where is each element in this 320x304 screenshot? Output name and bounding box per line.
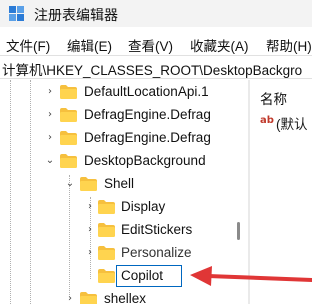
tree-node-label: shellex — [104, 291, 147, 304]
value-name: (默认 — [276, 117, 308, 132]
tree-node-personalize[interactable]: › Personalize — [0, 243, 232, 265]
folder-open-icon — [60, 154, 77, 168]
folder-icon — [98, 269, 115, 283]
tree-node-defragengine-1[interactable]: › DefragEngine.Defrag — [0, 105, 232, 127]
folder-icon — [60, 85, 77, 99]
column-header-name[interactable]: 名称 — [260, 88, 287, 108]
tree-scrollbar[interactable] — [232, 80, 244, 304]
chevron-down-icon[interactable]: ⌄ — [44, 155, 56, 167]
registry-editor-icon — [9, 6, 24, 21]
title-bar: 注册表编辑器 — [0, 0, 312, 27]
folder-icon — [98, 200, 115, 214]
tree-node-label: Personalize — [121, 245, 192, 260]
values-pane[interactable]: 名称 ab (默认 — [250, 80, 312, 304]
chevron-right-icon[interactable]: › — [84, 201, 96, 213]
folder-icon — [98, 223, 115, 237]
menu-bar: 文件(F) 编辑(E) 查看(V) 收藏夹(A) 帮助(H) — [0, 31, 312, 55]
tree-node-copilot[interactable]: Copilot — [0, 265, 232, 288]
tree-node-label: Display — [121, 199, 166, 214]
folder-icon — [80, 292, 97, 304]
window-title: 注册表编辑器 — [34, 7, 118, 23]
menu-view[interactable]: 查看(V) — [128, 35, 173, 55]
tree-node-defaultlocationapi[interactable]: › DefaultLocationApi.1 — [0, 82, 232, 104]
tree-pane[interactable]: › DefaultLocationApi.1 › DefragEngine.De… — [0, 80, 248, 304]
folder-icon — [98, 246, 115, 260]
chevron-right-icon[interactable]: › — [44, 86, 56, 98]
chevron-right-icon[interactable]: › — [64, 293, 76, 304]
tree-node-display[interactable]: › Display — [0, 197, 232, 219]
menu-edit[interactable]: 编辑(E) — [67, 35, 112, 55]
tree-node-label: DefragEngine.Defrag — [84, 107, 211, 122]
value-row[interactable]: ab (默认 — [260, 113, 320, 132]
tree-node-desktopbackground[interactable]: ⌄ DesktopBackground — [0, 151, 232, 173]
tree-node-shellex[interactable]: › shellex — [0, 289, 232, 304]
folder-icon — [60, 108, 77, 122]
tree-node-editstickers[interactable]: › EditStickers — [0, 220, 232, 242]
chevron-right-icon[interactable]: › — [44, 109, 56, 121]
tree-node-label: Shell — [104, 176, 135, 191]
menu-help[interactable]: 帮助(H) — [266, 35, 312, 55]
tree-node-defragengine-2[interactable]: › DefragEngine.Defrag — [0, 128, 232, 150]
string-value-icon: ab — [260, 115, 274, 126]
menu-file[interactable]: 文件(F) — [6, 35, 50, 55]
chevron-right-icon[interactable]: › — [84, 247, 96, 259]
rename-input[interactable]: Copilot — [116, 265, 182, 287]
tree-node-label: DesktopBackground — [84, 153, 206, 168]
chevron-down-icon[interactable]: ⌄ — [64, 178, 76, 190]
rename-input-text: Copilot — [121, 268, 164, 283]
tree-node-label: DefragEngine.Defrag — [84, 130, 211, 145]
address-path[interactable]: 计算机\HKEY_CLASSES_ROOT\DesktopBackgro — [2, 59, 302, 79]
tree-node-label: DefaultLocationApi.1 — [84, 84, 209, 99]
scrollbar-thumb[interactable] — [237, 222, 240, 240]
tree-node-shell[interactable]: ⌄ Shell — [0, 174, 232, 196]
address-bar[interactable]: 计算机\HKEY_CLASSES_ROOT\DesktopBackgro — [0, 55, 312, 79]
folder-open-icon — [80, 177, 97, 191]
menu-favorites[interactable]: 收藏夹(A) — [190, 35, 249, 55]
chevron-right-icon[interactable]: › — [44, 132, 56, 144]
chevron-right-icon[interactable]: › — [84, 224, 96, 236]
tree-node-label: EditStickers — [121, 222, 193, 237]
folder-icon — [60, 131, 77, 145]
